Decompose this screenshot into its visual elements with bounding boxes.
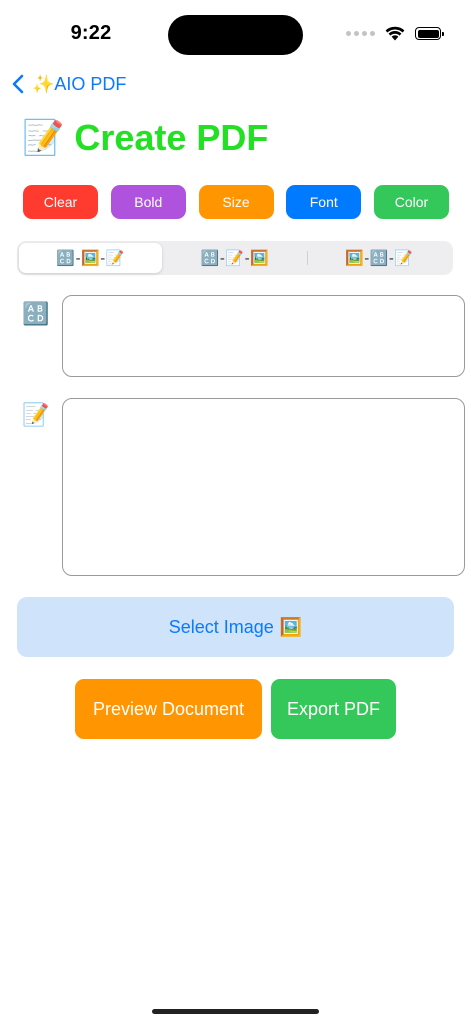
battery-fill (417, 29, 439, 38)
chevron-left-icon (12, 74, 24, 94)
body-input[interactable] (62, 398, 465, 576)
status-icons (346, 26, 444, 41)
back-label: ✨AIO PDF (32, 73, 127, 94)
memo-icon: 📝 (22, 402, 50, 427)
size-button[interactable]: Size (198, 185, 274, 219)
export-pdf-button[interactable]: Export PDF (271, 679, 396, 739)
bold-button[interactable]: Bold (110, 185, 186, 219)
layout-option-title-image-text[interactable]: 🔠-🖼️-📝 (19, 243, 163, 273)
home-indicator[interactable] (152, 1009, 319, 1014)
dynamic-island (168, 15, 303, 55)
battery-icon (415, 27, 444, 40)
layout-order-picker: 🔠-🖼️-📝 🔠-📝-🖼️ 🖼️-🔠-📝 (17, 241, 453, 275)
layout-option-title-text-image[interactable]: 🔠-📝-🖼️ (163, 243, 306, 273)
framed-picture-icon: 🖼️ (279, 616, 303, 637)
title-field-row: 🔠 (22, 295, 465, 377)
status-bar: 9:22 (0, 0, 471, 60)
clear-button[interactable]: Clear (23, 185, 98, 219)
title-input[interactable] (62, 295, 465, 377)
color-button[interactable]: Color (374, 185, 449, 219)
wifi-icon (385, 26, 405, 41)
back-button[interactable]: ✨AIO PDF (12, 70, 126, 98)
layout-option-image-title-text[interactable]: 🖼️-🔠-📝 (308, 243, 451, 273)
body-field-row: 📝 (22, 398, 465, 576)
page-title: 📝 Create PDF (22, 112, 268, 164)
abcd-icon: 🔠 (22, 301, 50, 326)
format-toolbar: Clear Bold Size Font Color (23, 185, 449, 219)
status-time: 9:22 (70, 22, 112, 44)
font-button[interactable]: Font (286, 185, 362, 219)
page-title-text: Create PDF (74, 117, 269, 158)
preview-document-button[interactable]: Preview Document (75, 679, 262, 739)
select-image-label: Select Image (168, 616, 274, 637)
memo-icon: 📝 (22, 119, 65, 157)
select-image-button[interactable]: Select Image 🖼️ (17, 597, 454, 657)
signal-dots-icon (346, 31, 375, 36)
